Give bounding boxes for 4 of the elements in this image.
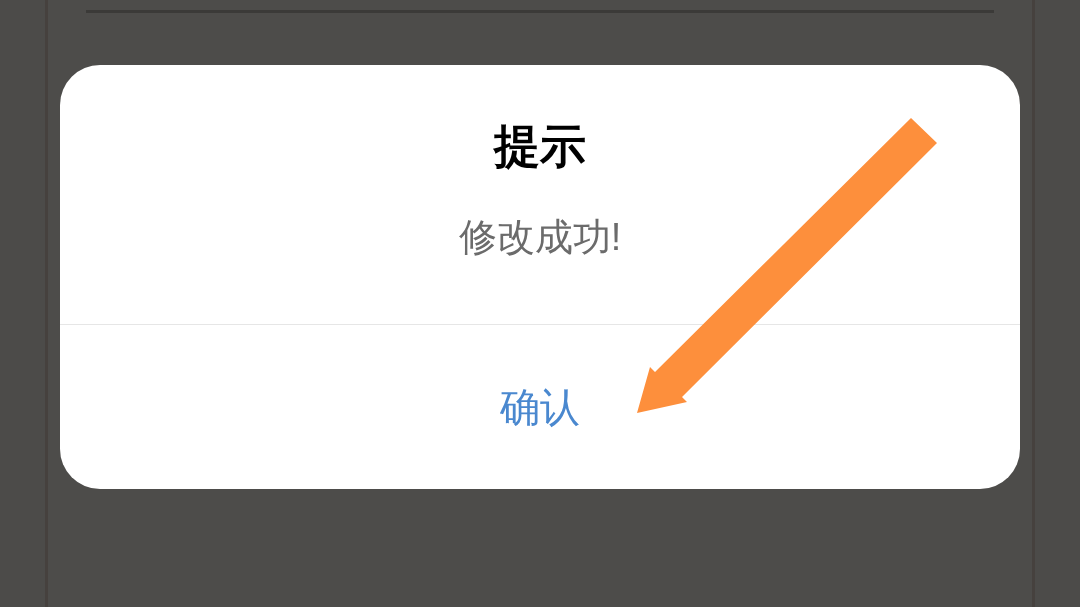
arrow-icon (636, 117, 938, 414)
dialog-message: 修改成功! (458, 215, 622, 259)
dialog-title: 提示 (494, 119, 586, 174)
confirm-button[interactable]: 确认 (60, 325, 1020, 489)
